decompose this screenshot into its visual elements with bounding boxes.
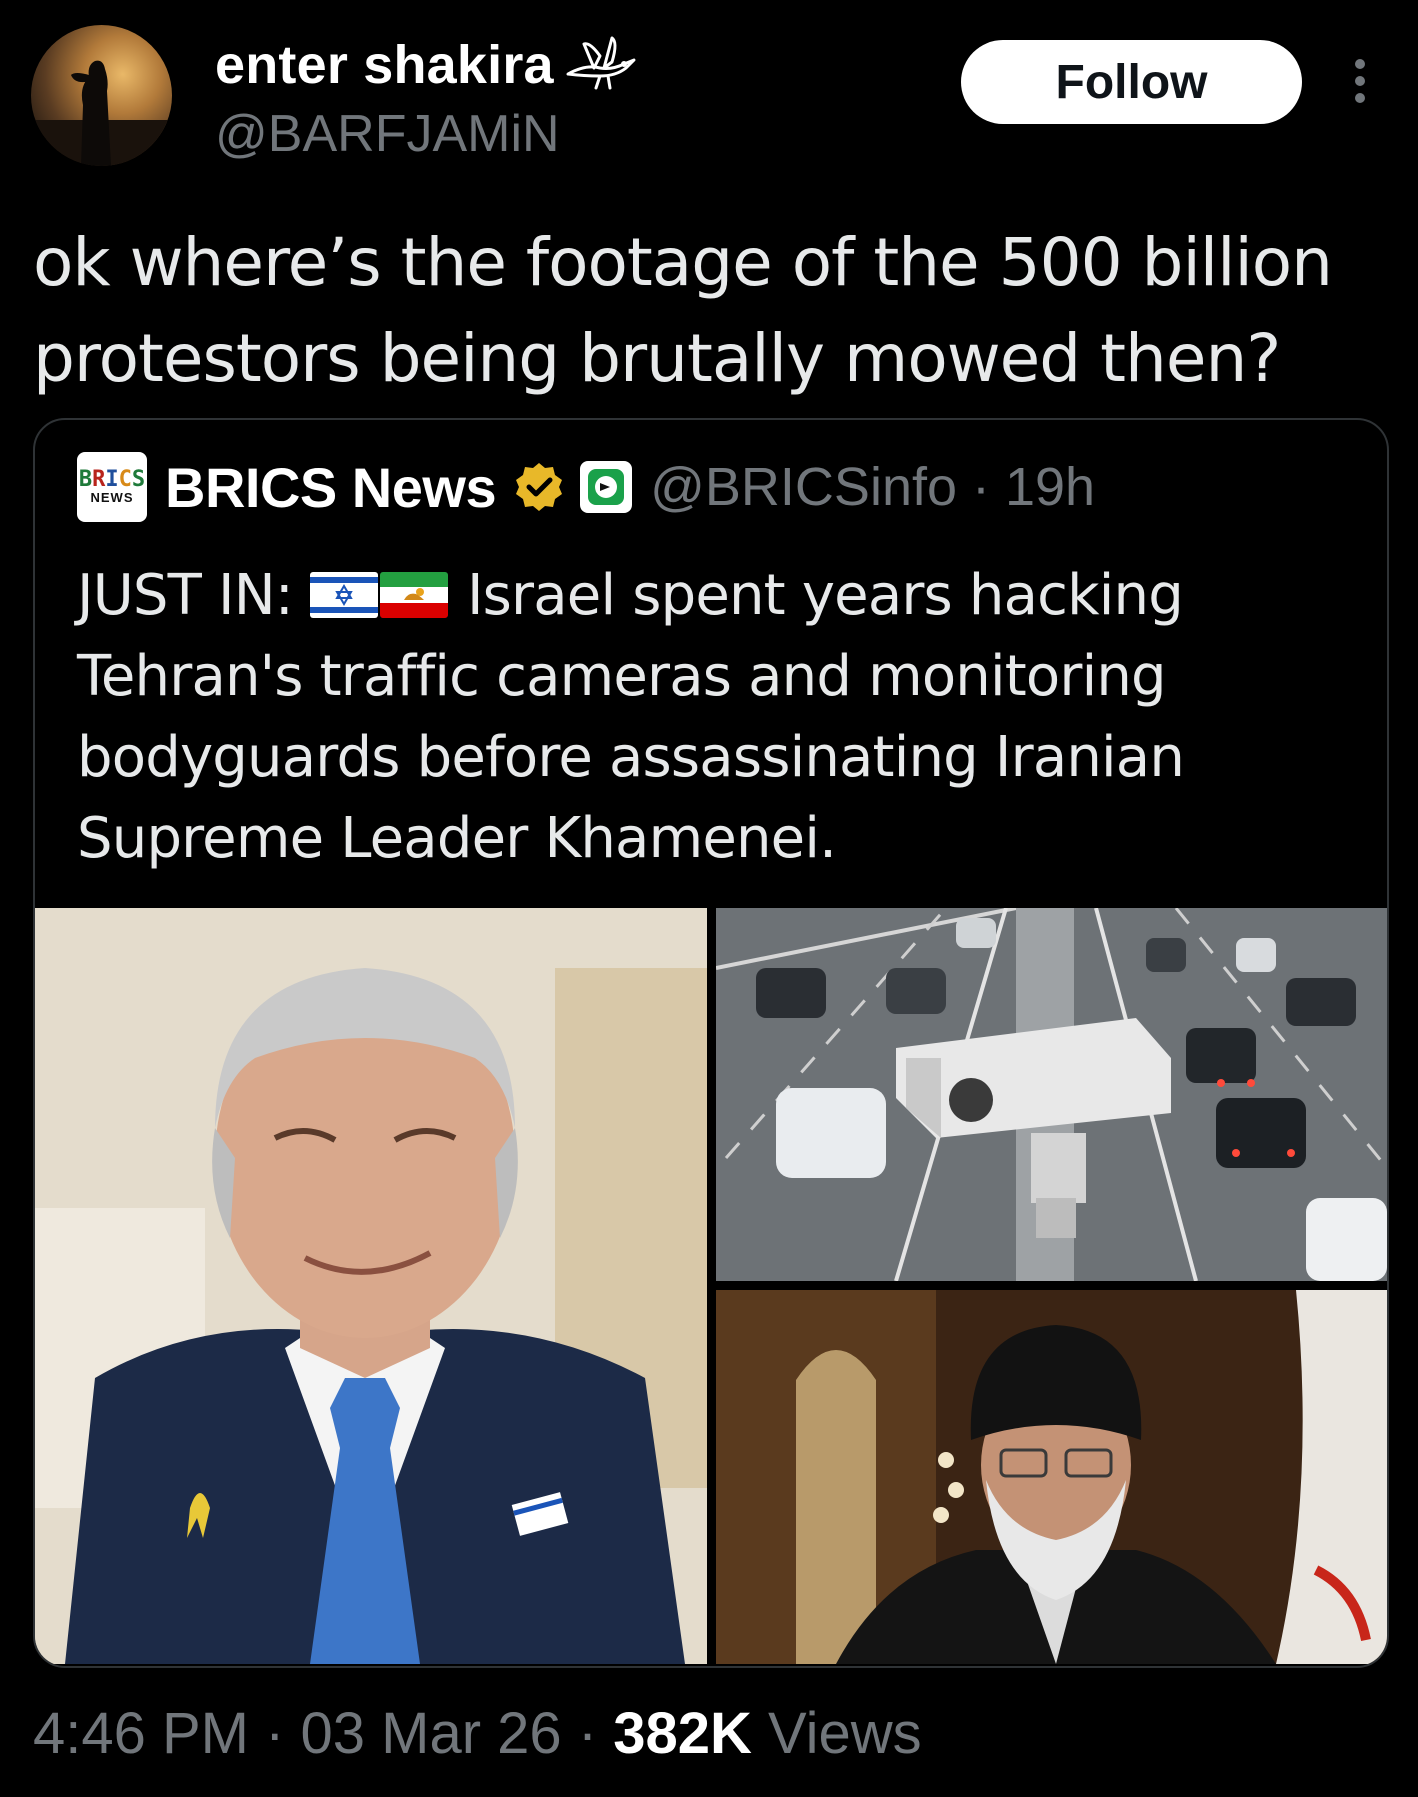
bird-icon (566, 36, 636, 90)
tweet-metadata: 4:46 PM · 03 Mar 26 · 382K Views (33, 1700, 922, 1767)
israel-flag-icon (309, 571, 378, 618)
meta-separator: · (561, 1701, 614, 1766)
affiliate-badge-icon[interactable] (580, 461, 633, 513)
quoted-image-cleric[interactable] (716, 1290, 1387, 1664)
quoted-tweet-card[interactable]: BRICS NEWS BRICS News @BRICSinfo · 19h J… (33, 418, 1389, 1668)
quoted-text-line-3: bodyguards before assassinating Iranian (77, 725, 1185, 790)
brics-news-logo[interactable]: BRICS NEWS (77, 452, 147, 522)
quoted-text-line-4: Supreme Leader Khamenei. (77, 806, 837, 871)
follow-button[interactable]: Follow (961, 40, 1302, 124)
quoted-tweet-header: BRICS NEWS BRICS News @BRICSinfo · 19h (77, 452, 1095, 522)
display-name-text: enter shakira (215, 35, 554, 95)
views-label: Views (751, 1701, 922, 1766)
author-avatar[interactable] (31, 25, 172, 166)
brics-logo-text: BRICS (78, 467, 146, 492)
author-display-name[interactable]: enter shakira (215, 34, 638, 96)
quoted-image-traffic-camera[interactable] (716, 908, 1387, 1281)
iran-lion-sun-flag-icon (379, 571, 448, 618)
meta-separator: · (249, 1701, 301, 1766)
tweet-text: ok where’s the footage of the 500 billio… (33, 215, 1393, 407)
avatar-silhouette-image (31, 60, 172, 166)
tweet-time[interactable]: 4:46 PM (33, 1701, 249, 1766)
author-handle[interactable]: @BARFJAMiN (215, 104, 560, 164)
views-count[interactable]: 382K (613, 1701, 752, 1766)
quoted-tweet-text: JUST IN: Israel spent years hacking Tehr… (77, 555, 1347, 879)
brics-logo-subtext: NEWS (90, 490, 134, 505)
quoted-text-line-2: Tehran's traffic cameras and monitoring (77, 644, 1167, 709)
quoted-image-man-in-suit[interactable] (35, 908, 707, 1664)
quoted-handle-and-time[interactable]: @BRICSinfo · 19h (650, 456, 1095, 518)
more-vertical-icon[interactable] (1345, 56, 1375, 106)
quoted-text-prefix: JUST IN: (77, 563, 294, 628)
verified-gold-badge-icon (516, 463, 563, 511)
quoted-text-line-1: Israel spent years hacking (449, 563, 1184, 628)
affiliate-logo-icon (588, 469, 625, 505)
tweet-text-line-2: protestors being brutally mowed then? (33, 320, 1281, 397)
tweet-date[interactable]: 03 Mar 26 (301, 1701, 562, 1766)
quoted-author-name[interactable]: BRICS News (165, 455, 497, 520)
tweet-text-line-1: ok where’s the footage of the 500 billio… (33, 224, 1333, 301)
